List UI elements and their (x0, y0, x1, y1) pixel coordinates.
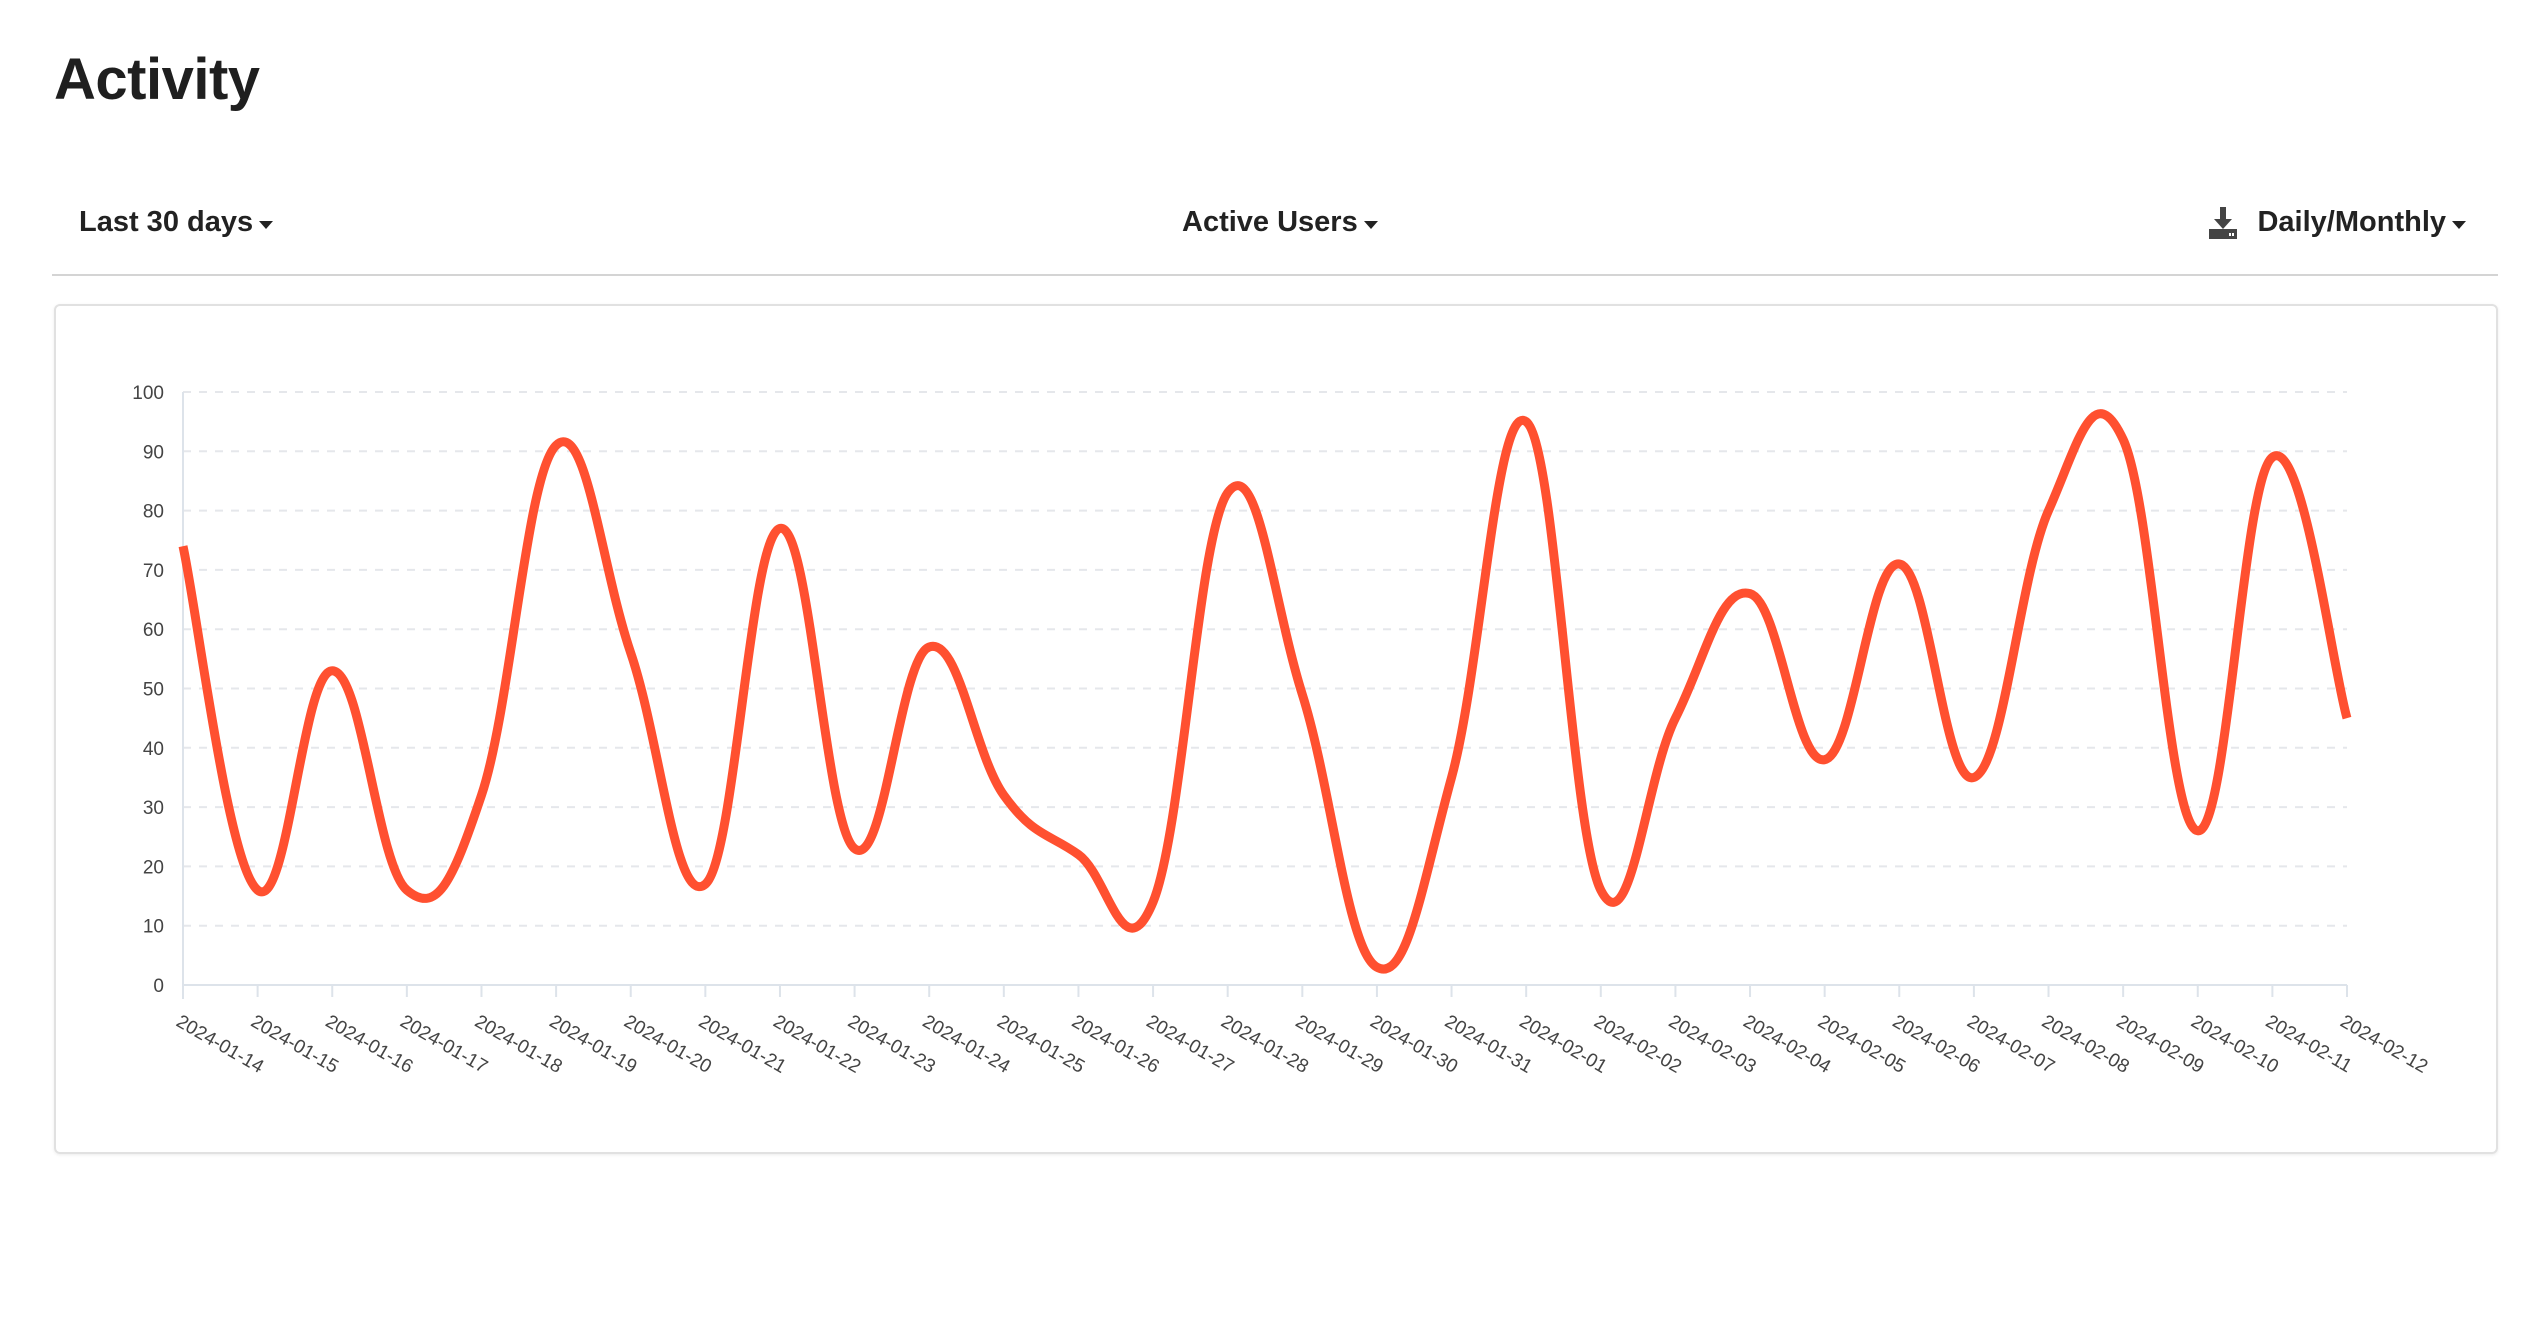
y-tick-label: 0 (153, 976, 164, 997)
x-tick-label: 2024-02-12 (2337, 1011, 2432, 1078)
y-tick-label: 20 (143, 857, 164, 878)
y-tick-label: 40 (143, 739, 164, 760)
y-tick-label: 70 (143, 561, 164, 582)
y-tick-label: 100 (132, 383, 164, 404)
y-tick-label: 50 (143, 680, 164, 701)
y-tick-label: 30 (143, 798, 164, 819)
y-tick-label: 60 (143, 620, 164, 641)
series-line (178, 409, 2352, 974)
y-tick-label: 80 (143, 502, 164, 523)
activity-line-chart: 01020304050607080901002024-01-142024-01-… (132, 383, 2432, 1078)
y-tick-label: 90 (143, 442, 164, 463)
y-tick-label: 10 (143, 917, 164, 938)
